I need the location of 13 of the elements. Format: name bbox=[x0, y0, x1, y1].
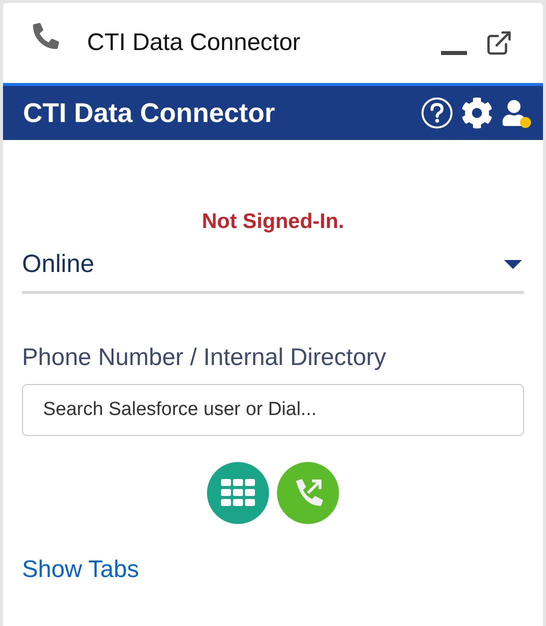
status-message: Not Signed-In. bbox=[202, 209, 344, 235]
keypad-icon bbox=[221, 479, 255, 507]
settings-button[interactable] bbox=[461, 97, 493, 129]
show-tabs-link[interactable]: Show Tabs bbox=[22, 552, 139, 588]
dial-search-field[interactable]: Search Salesforce user or Dial... bbox=[22, 384, 524, 436]
help-button[interactable] bbox=[421, 97, 453, 129]
user-status-button[interactable] bbox=[501, 98, 531, 128]
pop-out-button[interactable] bbox=[485, 29, 513, 57]
dial-label: Phone Number / Internal Directory bbox=[22, 343, 388, 373]
header-title: CTI Data Connector bbox=[23, 96, 276, 130]
phone-icon bbox=[33, 23, 59, 49]
presence-dropdown[interactable]: Online bbox=[22, 246, 524, 294]
window-title: CTI Data Connector bbox=[87, 28, 300, 58]
